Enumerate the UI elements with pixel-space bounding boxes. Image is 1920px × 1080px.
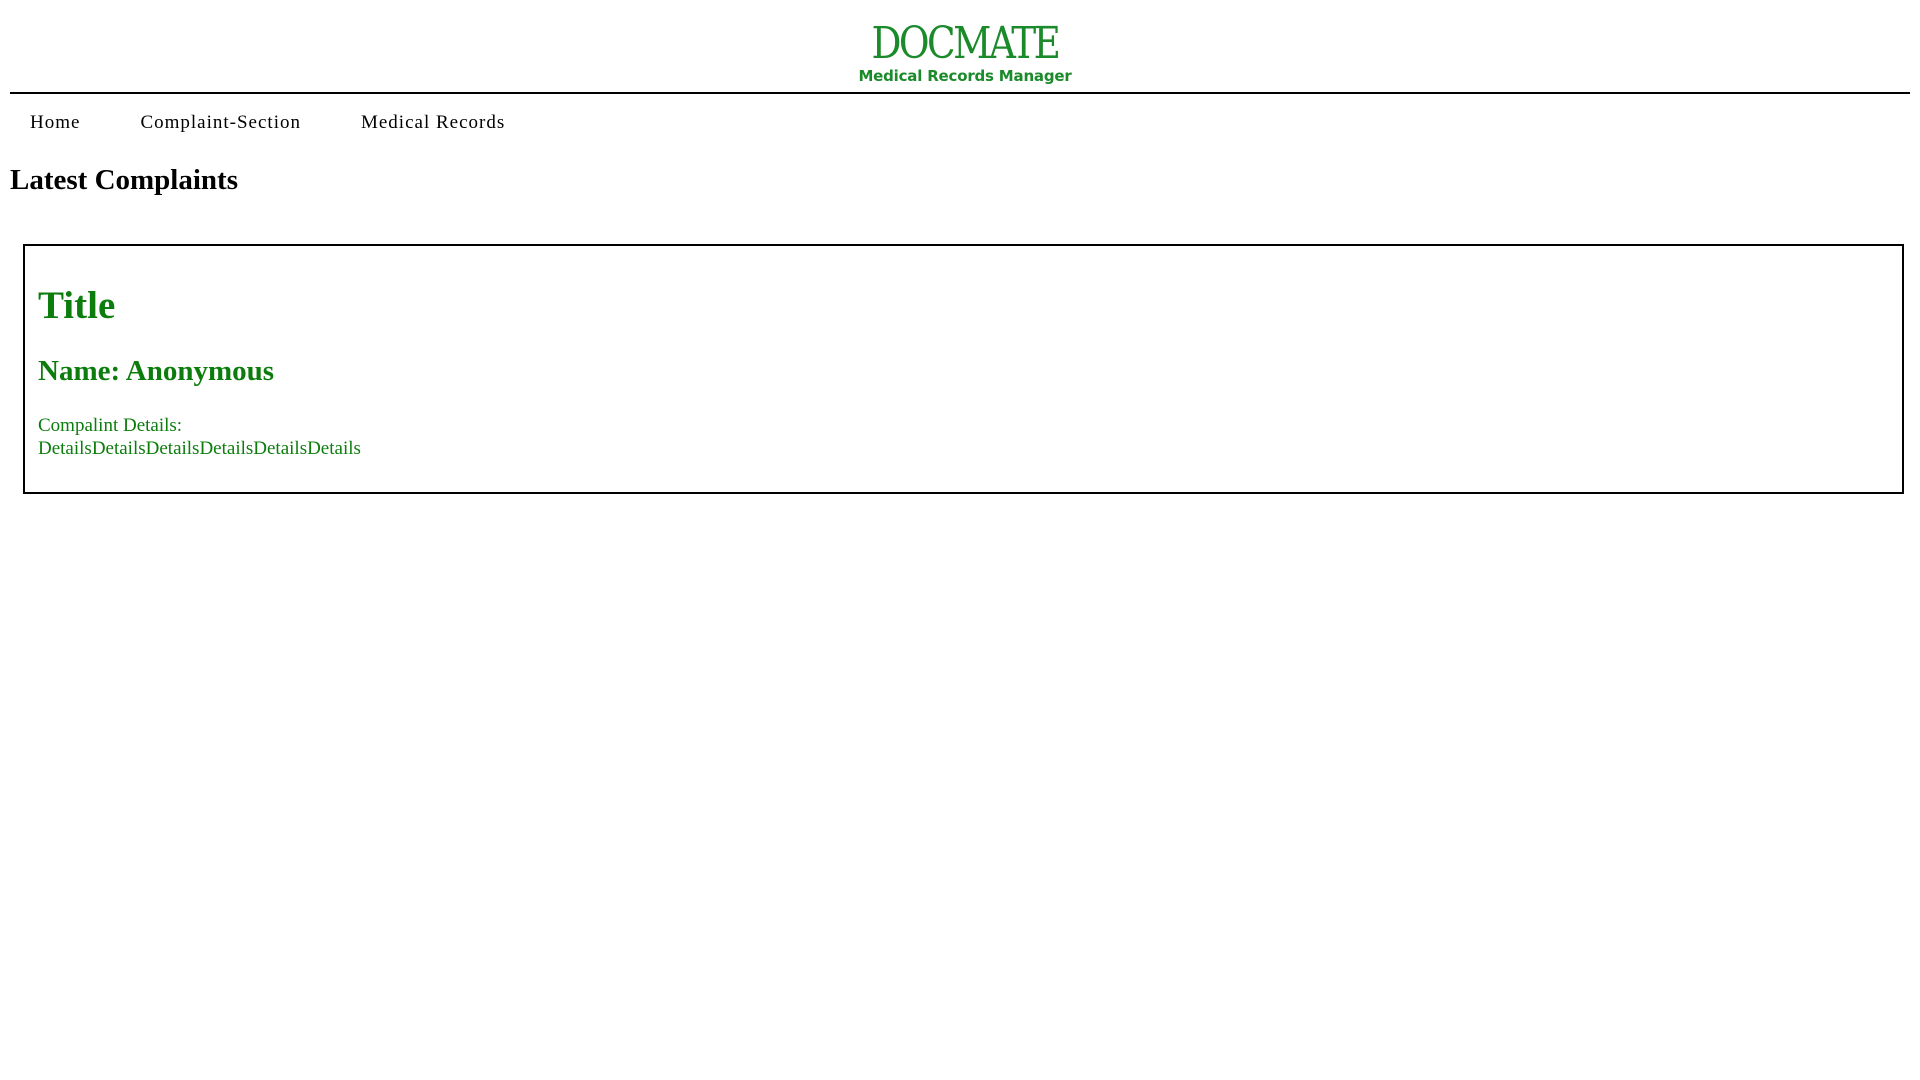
nav-item-complaint-section[interactable]: Complaint-Section <box>130 106 311 140</box>
nav-item-medical-records[interactable]: Medical Records <box>351 106 515 140</box>
complaint-author: Name: Anonymous <box>38 355 275 387</box>
complaint-card: Title Name: Anonymous Compalint Details:… <box>23 244 1904 494</box>
logo-wordmark: DOCMATE <box>871 18 1061 69</box>
nav-item-home[interactable]: Home <box>20 106 90 140</box>
docmate-logo[interactable]: DOCMATE Medical Records Manager <box>858 18 1071 88</box>
complaint-details-label: Compalint Details: <box>38 415 183 436</box>
page: DOCMATE Medical Records Manager Home Com… <box>0 0 1920 1080</box>
site-header: DOCMATE Medical Records Manager <box>0 0 1920 92</box>
page-title: Latest Complaints <box>10 164 238 196</box>
complaint-details-text: DetailsDetailsDetailsDetailsDetailsDetai… <box>38 438 361 459</box>
main-nav: Home Complaint-Section Medical Records <box>0 94 1920 152</box>
logo-tagline: Medical Records Manager <box>858 67 1072 85</box>
complaint-title: Title <box>38 284 116 327</box>
